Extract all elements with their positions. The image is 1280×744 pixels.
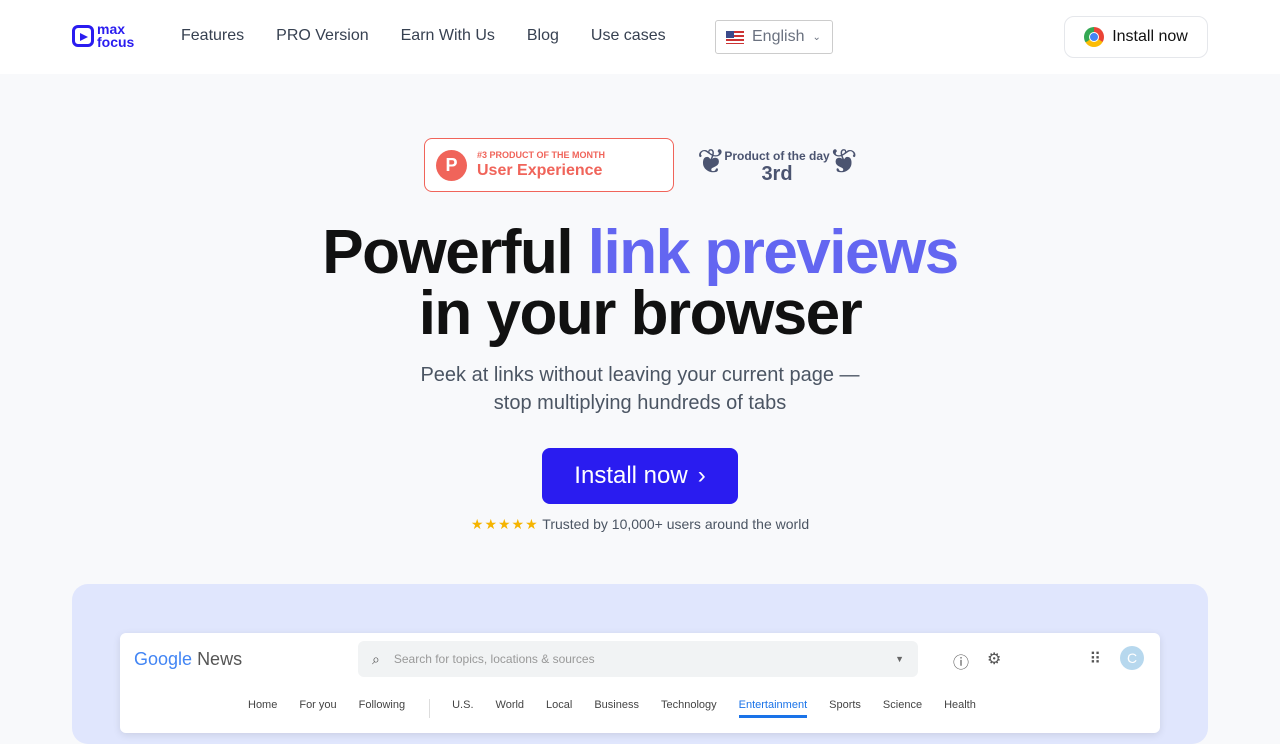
logo-text: focus <box>97 34 135 50</box>
subtitle-line: stop multiplying hundreds of tabs <box>493 392 787 414</box>
install-now-button[interactable]: Install now › <box>542 448 738 504</box>
news-tab-business[interactable]: Business <box>594 699 639 718</box>
product-of-day-badge: ❦ ❦ Product of the day 3rd <box>697 140 857 190</box>
news-tab-local[interactable]: Local <box>546 699 572 718</box>
product-hunt-icon: P <box>436 149 467 181</box>
badge-rank: #3 PRODUCT OF THE MONTH <box>477 150 606 160</box>
news-tab-entertainment[interactable]: Entertainment <box>738 699 808 718</box>
logo[interactable]: max focus <box>72 22 135 50</box>
news-tab-world[interactable]: World <box>496 699 525 718</box>
top-nav: max focus Features PRO Version Earn With … <box>0 0 1280 74</box>
logo-mark-icon <box>72 25 94 47</box>
search-icon: ⌕ <box>372 650 380 667</box>
title-part: Powerful <box>322 218 588 287</box>
gear-icon[interactable]: ⚙ <box>987 649 1001 673</box>
news-tab-health[interactable]: Health <box>944 699 976 718</box>
search-placeholder: Search for topics, locations & sources <box>393 652 595 666</box>
google-news-preview: Google News ⌕ Search for topics, location… <box>120 633 1160 733</box>
star-rating-icon: ★★★★★ <box>470 516 539 532</box>
hero-subtitle: Peek at links without leaving your curre… <box>0 361 1280 417</box>
news-tab-science[interactable]: Science <box>883 699 922 718</box>
product-hunt-badge[interactable]: P #3 PRODUCT OF THE MONTH User Experience <box>424 138 674 192</box>
dropdown-icon: ▼ <box>895 654 904 664</box>
language-label: English <box>752 28 805 45</box>
help-icon[interactable]: ⓘ <box>953 649 969 673</box>
laurel-right-icon: ❦ <box>828 143 858 181</box>
badge-category: User Experience <box>477 162 603 179</box>
nav-use-cases[interactable]: Use cases <box>591 27 666 45</box>
trust-line: ★★★★★ Trusted by 10,000+ users around th… <box>0 516 1280 533</box>
title-accent: link previews <box>587 218 959 287</box>
subtitle-line: Peek at links without leaving your curre… <box>420 364 860 386</box>
chevron-down-icon: ⌄ <box>812 31 821 43</box>
cta-label: Install now <box>574 462 688 489</box>
nav-blog[interactable]: Blog <box>527 27 559 45</box>
news-tab-for-you[interactable]: For you <box>299 699 336 718</box>
news-text: News <box>197 649 243 669</box>
apps-grid-icon[interactable]: ⠿ <box>1089 649 1101 673</box>
nav-pro-version[interactable]: PRO Version <box>276 27 368 45</box>
chevron-right-icon: › <box>697 462 706 489</box>
trust-text: Trusted by 10,000+ users around the worl… <box>542 516 810 532</box>
chrome-icon <box>1084 27 1105 47</box>
avatar[interactable]: C <box>1120 646 1144 670</box>
news-tab-sports[interactable]: Sports <box>829 699 861 718</box>
hero-title: Powerful link previews in your browser <box>0 222 1280 345</box>
google-text: Google <box>134 649 193 669</box>
install-now-header-button[interactable]: Install now <box>1064 16 1208 58</box>
news-tab-following[interactable]: Following <box>359 699 431 718</box>
nav-earn-with-us[interactable]: Earn With Us <box>401 27 495 45</box>
news-search-input[interactable]: ⌕ Search for topics, locations & sources ▼ <box>358 641 918 677</box>
title-part: in your browser <box>418 279 863 348</box>
nav-features[interactable]: Features <box>181 27 244 45</box>
install-label: Install now <box>1112 28 1188 45</box>
laurel-left-icon: ❦ <box>697 143 726 181</box>
us-flag-icon <box>726 30 744 44</box>
language-select[interactable]: English ⌄ <box>715 20 833 54</box>
news-tab-us[interactable]: U.S. <box>452 699 473 718</box>
google-news-logo: Google News <box>134 649 242 670</box>
news-tab-technology[interactable]: Technology <box>661 699 717 718</box>
news-tab-home[interactable]: Home <box>248 699 277 718</box>
